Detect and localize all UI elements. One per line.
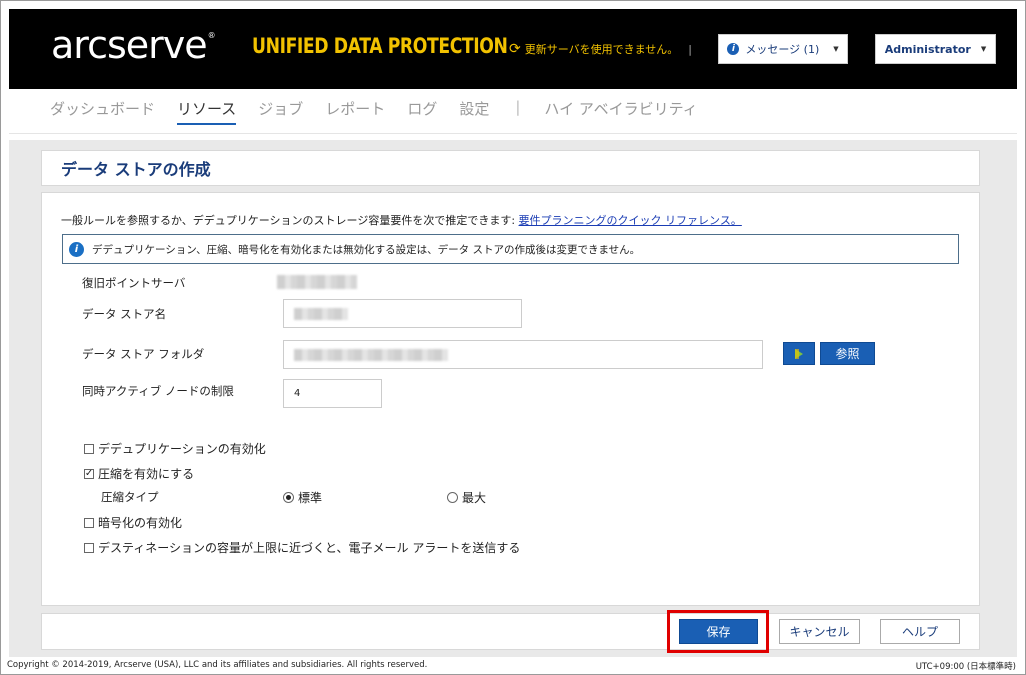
- encryption-checkbox[interactable]: 暗号化の有効化: [84, 514, 182, 531]
- caret-down-icon: ▼: [980, 45, 987, 53]
- nav-resources[interactable]: リソース: [177, 98, 237, 125]
- copyright: Copyright © 2014-2019, Arcserve (USA), L…: [7, 660, 428, 670]
- arrow-icon: [795, 348, 803, 359]
- cancel-button[interactable]: キャンセル: [779, 619, 860, 644]
- intro-text: 一般ルールを参照するか、デデュプリケーションのストレージ容量要件を次で推定できま…: [61, 212, 742, 228]
- info-icon: i: [727, 43, 740, 55]
- nav-underline: [9, 133, 1017, 134]
- nav-jobs[interactable]: ジョブ: [258, 98, 303, 123]
- update-status-text: 更新サーバを使用できません。: [524, 43, 679, 56]
- datastore-folder-label: データ ストア フォルダ: [82, 347, 205, 361]
- nav-reports[interactable]: レポート: [325, 98, 385, 123]
- compression-label: 圧縮を有効にする: [98, 467, 195, 481]
- compression-max-radio[interactable]: 最大: [447, 489, 486, 506]
- caret-down-icon: ▼: [833, 45, 839, 53]
- checkbox-checked[interactable]: ✓: [84, 468, 94, 479]
- dedup-checkbox[interactable]: デデュプリケーションの有効化: [84, 440, 266, 457]
- datastore-folder-redacted: [294, 348, 448, 361]
- rps-label: 復旧ポイントサーバ: [82, 276, 186, 290]
- datastore-name-redacted: [294, 307, 348, 320]
- email-alert-label: デスティネーションの容量が上限に近づくと、電子メール アラートを送信する: [98, 541, 521, 555]
- top-bar: arcserve® UNIFIED DATA PROTECTION ⟳ 更新サー…: [9, 9, 1017, 89]
- datastore-name-input[interactable]: [283, 299, 522, 328]
- email-alert-checkbox[interactable]: デスティネーションの容量が上限に近づくと、電子メール アラートを送信する: [84, 539, 520, 556]
- separator: |: [688, 42, 693, 56]
- nav-dashboard[interactable]: ダッシュボード: [50, 98, 155, 123]
- messages-button[interactable]: i メッセージ (1) ▼: [718, 34, 848, 64]
- concurrent-nodes-input[interactable]: 4: [283, 379, 382, 408]
- quick-reference-link[interactable]: 要件プランニングのクイック リファレンス。: [519, 214, 742, 227]
- update-status: ⟳ 更新サーバを使用できません。 |: [509, 41, 692, 57]
- nav-settings[interactable]: 設定: [459, 98, 489, 123]
- timezone: UTC+09:00 (日本標準時): [915, 662, 1016, 672]
- nav-divider: |: [515, 98, 521, 116]
- info-icon: i: [69, 241, 84, 257]
- help-button[interactable]: ヘルプ: [880, 619, 960, 644]
- page-title: データ ストアの作成: [61, 160, 211, 179]
- checkbox-unchecked[interactable]: [84, 517, 94, 528]
- datastore-folder-input[interactable]: [283, 340, 763, 369]
- encryption-label: 暗号化の有効化: [98, 516, 183, 530]
- title-panel: データ ストアの作成: [41, 150, 980, 186]
- radio-unselected[interactable]: [447, 492, 458, 503]
- nav-logs[interactable]: ログ: [407, 98, 437, 123]
- checkbox-unchecked[interactable]: [84, 542, 94, 553]
- rps-value-redacted: [277, 275, 357, 289]
- compression-checkbox[interactable]: ✓ 圧縮を有効にする: [84, 465, 194, 482]
- browse-button[interactable]: 参照: [820, 342, 875, 365]
- intro-text-body: 一般ルールを参照するか、デデュプリケーションのストレージ容量要件を次で推定できま…: [61, 214, 519, 227]
- main-nav: ダッシュボード リソース ジョブ レポート ログ 設定 | ハイ アベイラビリテ…: [50, 98, 720, 125]
- refresh-icon: ⟳: [509, 41, 521, 57]
- checkbox-unchecked[interactable]: [84, 443, 94, 454]
- user-menu-button[interactable]: Administrator ▼: [875, 34, 996, 64]
- concurrent-nodes-label: 同時アクティブ ノードの制限: [82, 384, 234, 398]
- datastore-name-label: データ ストア名: [82, 307, 167, 321]
- user-label: Administrator: [884, 42, 971, 56]
- radio-selected[interactable]: [283, 492, 294, 503]
- product-name: UNIFIED DATA PROTECTION: [252, 34, 508, 58]
- dedup-label: デデュプリケーションの有効化: [98, 442, 266, 456]
- nav-high-availability[interactable]: ハイ アベイラビリティ: [544, 98, 697, 123]
- notice-text: デデュプリケーション、圧縮、暗号化を有効化または無効化する設定は、データ ストア…: [92, 243, 641, 256]
- notice-box: i デデュプリケーション、圧縮、暗号化を有効化または無効化する設定は、データ ス…: [62, 234, 959, 264]
- save-button-highlight: [667, 610, 769, 653]
- messages-label: メッセージ (1): [745, 43, 820, 56]
- compression-max-label: 最大: [462, 491, 487, 505]
- compression-standard-radio[interactable]: 標準: [283, 489, 322, 506]
- compression-standard-label: 標準: [298, 491, 323, 505]
- folder-browse-icon-button[interactable]: [783, 342, 815, 365]
- compression-type-label: 圧縮タイプ: [101, 490, 159, 504]
- arcserve-logo: arcserve®: [51, 23, 216, 67]
